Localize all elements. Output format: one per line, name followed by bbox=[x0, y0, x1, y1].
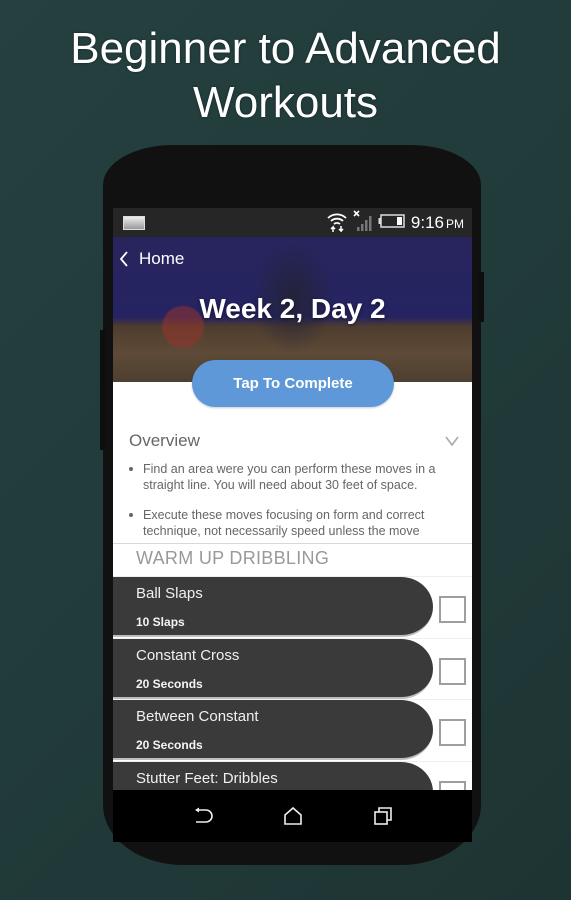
tap-to-complete-button[interactable]: Tap To Complete bbox=[192, 360, 394, 407]
overview-bullet: Execute these moves focusing on form and… bbox=[127, 507, 457, 539]
back-label: Home bbox=[139, 249, 185, 268]
nav-back-button[interactable] bbox=[189, 802, 217, 830]
exercise-list: Ball Slaps 10 Slaps Constant Cross 20 Se… bbox=[113, 576, 472, 822]
overview-bullet: Find an area were you can perform these … bbox=[127, 461, 457, 493]
promo-headline: Beginner to Advanced Workouts bbox=[0, 22, 571, 130]
workout-title: Week 2, Day 2 bbox=[199, 293, 386, 324]
exercise-detail: 20 Seconds bbox=[136, 676, 203, 691]
wifi-icon bbox=[326, 210, 348, 237]
exercise-checkbox[interactable] bbox=[439, 719, 466, 746]
clock-ampm: PM bbox=[446, 217, 464, 231]
chevron-down-icon[interactable] bbox=[445, 436, 459, 446]
system-nav-bar bbox=[113, 790, 472, 842]
phone-side-button-left bbox=[100, 330, 106, 450]
exercise-item[interactable]: Constant Cross 20 Seconds bbox=[113, 638, 433, 699]
exercise-name: Between Constant bbox=[136, 708, 259, 725]
recent-apps-icon bbox=[373, 807, 392, 825]
exercise-detail: 10 Slaps bbox=[136, 615, 185, 629]
exercise-item[interactable]: Between Constant 20 Seconds bbox=[113, 700, 433, 760]
chevron-left-icon bbox=[119, 251, 128, 267]
exercise-row: Ball Slaps 10 Slaps bbox=[113, 576, 472, 638]
phone-side-button-right bbox=[478, 272, 484, 322]
overview-title: Overview bbox=[129, 431, 200, 450]
exercise-row: Between Constant 20 Seconds bbox=[113, 699, 472, 761]
exercise-checkbox[interactable] bbox=[439, 596, 466, 623]
home-icon bbox=[283, 806, 302, 825]
status-bar: 9:16 PM bbox=[113, 208, 472, 237]
phone-screen: 9:16 PM Home Week 2, Day 2 Tap To Complet… bbox=[113, 208, 472, 842]
clock-time: 9:16 bbox=[410, 213, 444, 232]
headline-line-2: Workouts bbox=[192, 78, 379, 127]
exercise-detail: 20 Seconds bbox=[136, 738, 203, 752]
exercise-item[interactable]: Ball Slaps 10 Slaps bbox=[113, 577, 433, 637]
exercise-checkbox[interactable] bbox=[439, 657, 466, 685]
back-home-link[interactable]: Home bbox=[119, 247, 184, 271]
section-title: WARM UP DRIBBLING bbox=[136, 548, 330, 568]
nav-home-button[interactable] bbox=[279, 802, 307, 830]
nav-recents-button[interactable] bbox=[369, 802, 397, 830]
exercise-name: Ball Slaps bbox=[136, 585, 203, 602]
back-icon bbox=[194, 807, 213, 823]
overview-bullets: Find an area were you can perform these … bbox=[127, 461, 457, 544]
headline-line-1: Beginner to Advanced bbox=[70, 24, 501, 73]
clock: 9:16 PM bbox=[411, 213, 464, 233]
overview-header[interactable]: Overview bbox=[129, 430, 459, 452]
exercise-row: Constant Cross 20 Seconds bbox=[113, 637, 472, 700]
image-thumbnail-icon bbox=[123, 216, 145, 230]
no-signal-icon bbox=[353, 209, 373, 237]
section-divider bbox=[113, 543, 472, 544]
battery-icon bbox=[378, 213, 406, 234]
exercise-name: Stutter Feet: Dribbles bbox=[136, 769, 278, 787]
overview-panel: Overview Find an area were you can perfo… bbox=[113, 430, 472, 544]
exercise-name: Constant Cross bbox=[136, 646, 240, 664]
